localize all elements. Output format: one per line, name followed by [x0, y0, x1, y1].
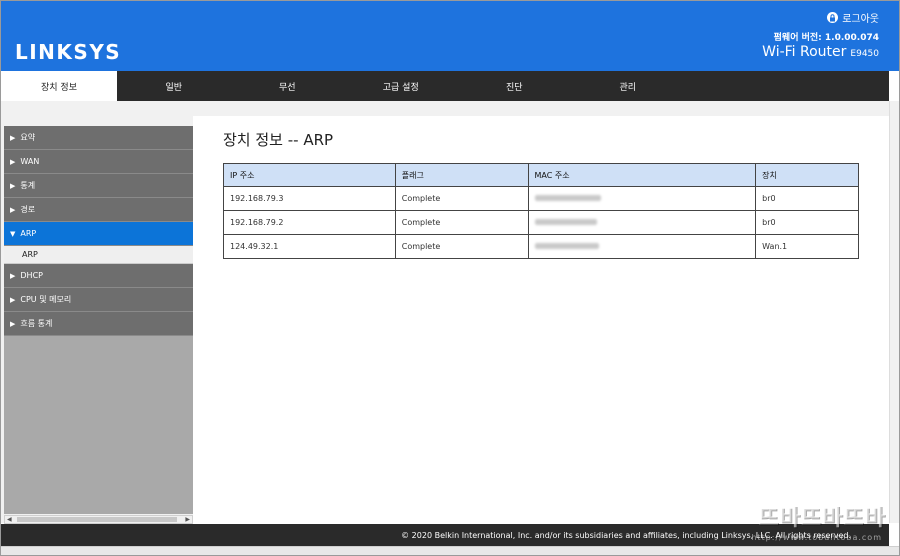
table-header-row: IP 주소 플래그 MAC 주소 장치	[223, 163, 859, 187]
tab-admin[interactable]: 관리	[571, 71, 685, 101]
cell-device: br0	[755, 210, 859, 235]
cell-mac-redacted	[527, 210, 757, 235]
model-name: Wi-Fi Router	[762, 44, 847, 60]
sidebar-item-label: WAN	[20, 157, 40, 166]
sidebar-item-label: ARP	[20, 229, 37, 238]
sidebar-item-dhcp[interactable]: ▶ DHCP	[4, 264, 193, 288]
sidebar-item-wan[interactable]: ▶ WAN	[4, 150, 193, 174]
sidebar-item-route[interactable]: ▶ 경로	[4, 198, 193, 222]
sidebar-item-label: 요약	[20, 133, 36, 142]
header: LINKSYS 로그아웃 펌웨어 버전: 1.0.00.074 Wi-Fi Ro…	[1, 1, 899, 71]
sidebar-item-label: DHCP	[20, 271, 43, 280]
scroll-left-icon[interactable]: ◀	[7, 516, 12, 523]
sidebar-item-label: 경로	[20, 205, 36, 214]
scroll-thumb[interactable]	[17, 517, 177, 522]
model-sku: E9450	[850, 49, 879, 59]
watermark: 뜨바뜨바뜨바	[758, 506, 886, 531]
header-mac: MAC 주소	[527, 163, 757, 187]
sidebar-item-arp[interactable]: ▼ ARP	[4, 222, 193, 246]
cell-mac-redacted	[527, 186, 757, 211]
caret-right-icon: ▶	[10, 205, 16, 214]
header-flag: 플래그	[394, 163, 529, 187]
table-row: 192.168.79.2 Complete br0	[223, 210, 859, 235]
cell-flag: Complete	[394, 234, 529, 259]
lock-icon	[827, 12, 839, 23]
sidebar-item-label: CPU 및 메모리	[20, 295, 72, 304]
main-panel: 장치 정보 -- ARP IP 주소 플래그 MAC 주소 장치 192.168…	[193, 116, 889, 524]
horizontal-scrollbar[interactable]: ◀ ▶	[4, 515, 193, 524]
cell-mac-redacted	[527, 234, 757, 259]
top-nav: 장치 정보 일반 무선 고급 설정 진단 관리	[1, 71, 889, 101]
sidebar-item-label: 흐름 통계	[20, 319, 53, 328]
sidebar-item-summary[interactable]: ▶ 요약	[4, 126, 193, 150]
cell-ip: 192.168.79.2	[223, 210, 396, 235]
cell-ip: 192.168.79.3	[223, 186, 396, 211]
logout-button[interactable]: 로그아웃	[827, 10, 879, 25]
caret-down-icon: ▼	[10, 229, 16, 238]
vertical-scrollbar[interactable]	[889, 101, 899, 523]
table-row: 124.49.32.1 Complete Wan.1	[223, 234, 859, 259]
watermark-url: http://www.tobahtoba.com	[751, 533, 882, 542]
firmware-version: 펌웨어 버전: 1.0.00.074	[773, 33, 879, 43]
model-label: Wi-Fi Router E9450	[762, 44, 879, 60]
sidebar-item-cpu-memory[interactable]: ▶ CPU 및 메모리	[4, 288, 193, 312]
cell-flag: Complete	[394, 186, 529, 211]
caret-right-icon: ▶	[10, 271, 16, 280]
logout-label: 로그아웃	[842, 14, 879, 25]
header-device: 장치	[755, 163, 859, 187]
window-bottom-scrollbar[interactable]	[1, 546, 899, 555]
arp-table: IP 주소 플래그 MAC 주소 장치 192.168.79.3 Complet…	[223, 163, 859, 259]
caret-right-icon: ▶	[10, 319, 16, 328]
header-ip: IP 주소	[223, 163, 396, 187]
sidebar: ▶ 요약 ▶ WAN ▶ 통계 ▶ 경로 ▼ ARP ARP ▶ DHCP ▶ CPU 및 메…	[4, 126, 193, 514]
tab-wireless[interactable]: 무선	[231, 71, 345, 101]
sidebar-item-stats[interactable]: ▶ 통계	[4, 174, 193, 198]
tab-device-info[interactable]: 장치 정보	[1, 71, 117, 101]
cell-ip: 124.49.32.1	[223, 234, 396, 259]
linksys-logo: LINKSYS	[15, 40, 122, 64]
sidebar-item-label: 통계	[20, 181, 36, 190]
page-title: 장치 정보 -- ARP	[223, 131, 334, 149]
tab-advanced[interactable]: 고급 설정	[344, 71, 458, 101]
caret-right-icon: ▶	[10, 133, 16, 142]
sidebar-subitem-arp[interactable]: ARP	[4, 246, 193, 264]
caret-right-icon: ▶	[10, 295, 16, 304]
tab-diagnostics[interactable]: 진단	[458, 71, 572, 101]
scroll-right-icon[interactable]: ▶	[185, 516, 190, 523]
table-row: 192.168.79.3 Complete br0	[223, 186, 859, 211]
tab-general[interactable]: 일반	[117, 71, 231, 101]
cell-device: br0	[755, 186, 859, 211]
caret-right-icon: ▶	[10, 157, 16, 166]
cell-flag: Complete	[394, 210, 529, 235]
caret-right-icon: ▶	[10, 181, 16, 190]
cell-device: Wan.1	[755, 234, 859, 259]
sidebar-item-flow-stats[interactable]: ▶ 흐름 통계	[4, 312, 193, 336]
